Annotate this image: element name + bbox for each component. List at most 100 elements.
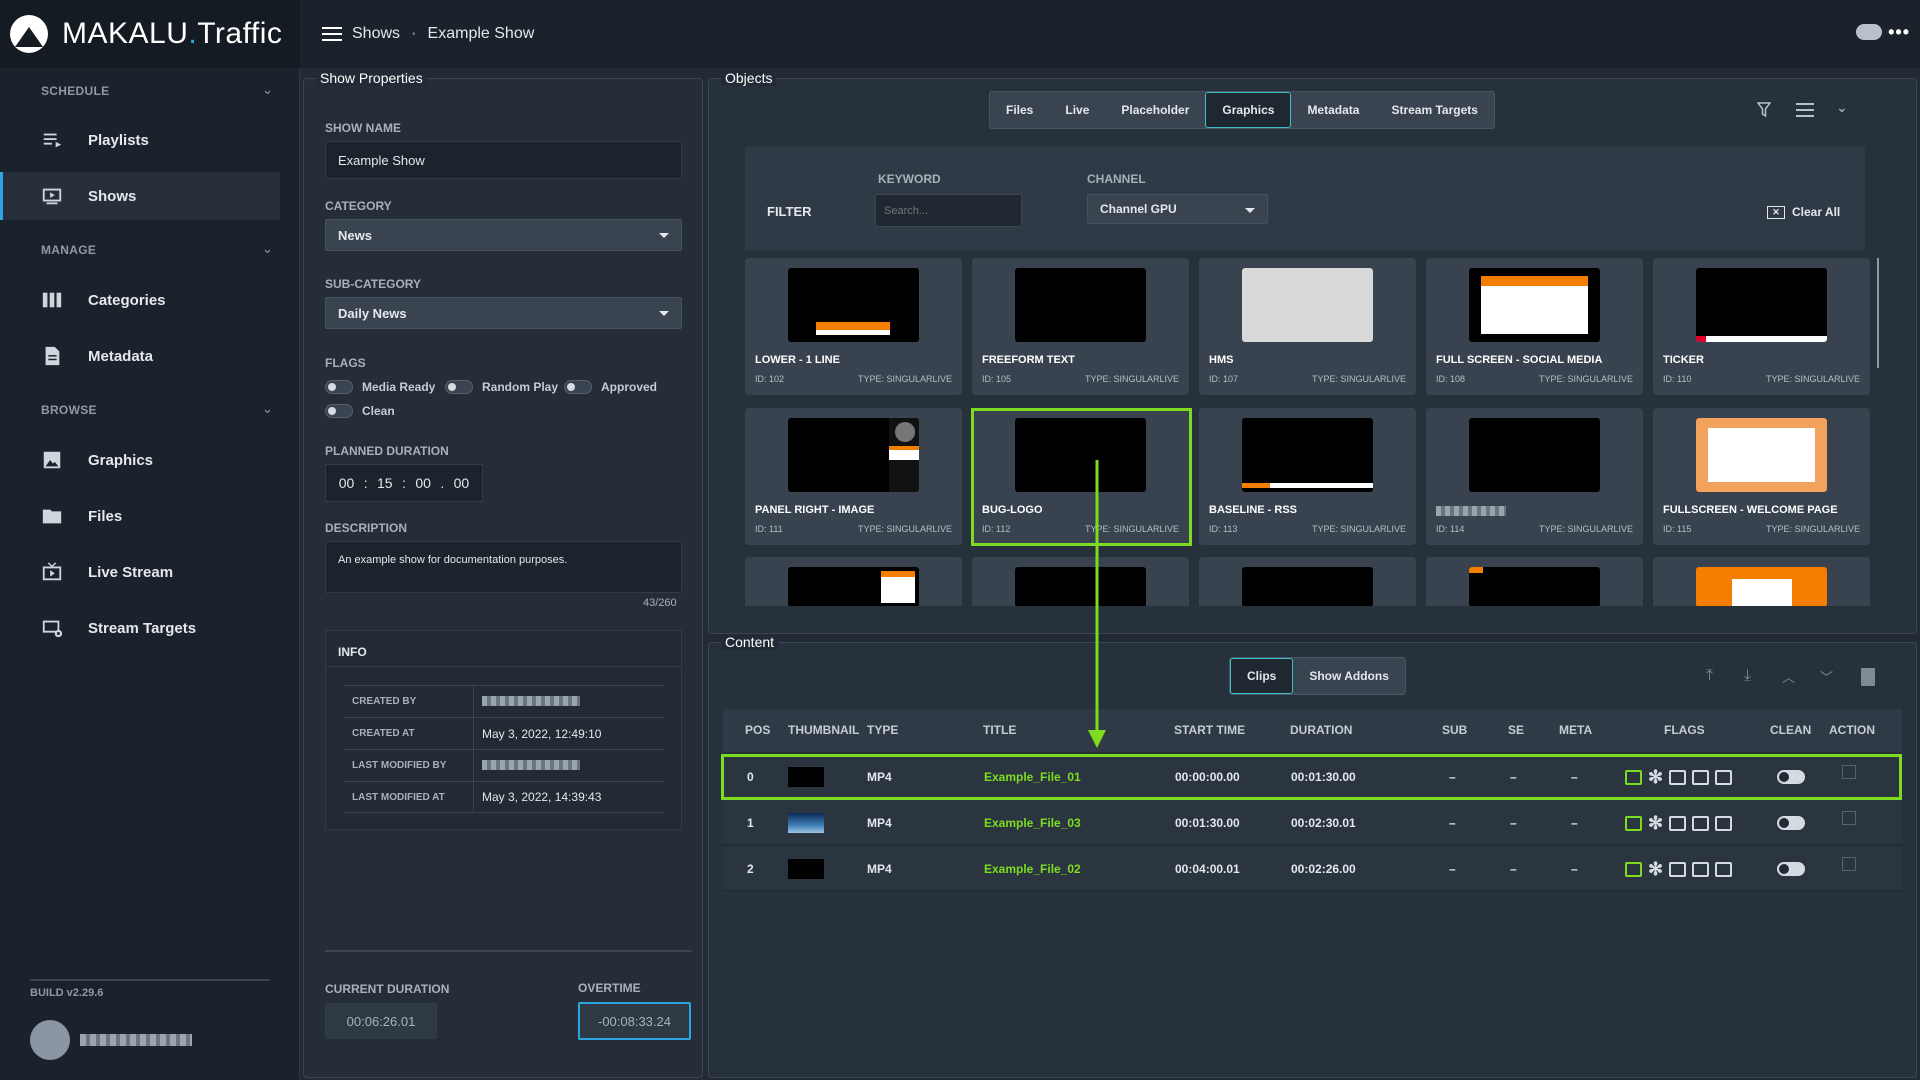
sidebar-item-shows[interactable]: Shows [0, 172, 280, 220]
more-options-icon[interactable]: ••• [1888, 22, 1910, 43]
move-up-icon[interactable]: ︿ [1782, 667, 1795, 686]
frames-field[interactable]: 00 [454, 475, 470, 491]
graphic-card[interactable] [745, 557, 962, 606]
table-row[interactable]: 2 MP4 Example_File_02 00:04:00.01 00:02:26.0… [723, 847, 1902, 891]
column-header[interactable]: POS [745, 723, 770, 737]
tab-show-addons[interactable]: Show Addons [1293, 658, 1405, 694]
channel-select[interactable]: Channel GPU [1087, 194, 1268, 224]
keyword-label: KEYWORD [878, 172, 941, 186]
move-to-bottom-icon[interactable]: ⤓ [1744, 667, 1751, 685]
row-action-checkbox[interactable] [1842, 801, 1856, 845]
loop-flag-icon[interactable] [1692, 815, 1710, 831]
move-down-icon[interactable]: ﹀ [1820, 667, 1833, 686]
graphic-card[interactable]: FULLSCREEN - WELCOME PAGE ID: 115 TYPE: SI… [1653, 408, 1870, 545]
graphic-card[interactable]: BASELINE - RSS ID: 113 TYPE: SINGULARLIVE [1199, 408, 1416, 545]
sidebar-item-graphics[interactable]: Graphics [0, 436, 280, 484]
user-profile[interactable] [30, 1020, 192, 1060]
graphic-card[interactable]: ID: 114 TYPE: SINGULARLIVE [1426, 408, 1643, 545]
sidebar-item-stream-targets[interactable]: Stream Targets [0, 604, 280, 652]
column-header: THUMBNAIL [788, 723, 860, 737]
asterisk-flag-icon[interactable]: ✻ [1648, 814, 1663, 832]
column-header[interactable]: DURATION [1290, 723, 1352, 737]
toggle-switch[interactable] [1777, 862, 1805, 876]
tab-metadata[interactable]: Metadata [1291, 92, 1375, 128]
graphic-card[interactable]: TICKER ID: 110 TYPE: SINGULARLIVE [1653, 258, 1870, 395]
breadcrumb-current: Example Show [427, 25, 535, 42]
seconds-field[interactable]: 00 [415, 475, 431, 491]
list-flag-icon[interactable] [1715, 861, 1733, 877]
square-flag-icon[interactable] [1669, 861, 1687, 877]
keyword-search-input[interactable] [875, 194, 1022, 227]
asterisk-flag-icon[interactable]: ✻ [1648, 860, 1663, 878]
tab-graphics[interactable]: Graphics [1205, 92, 1292, 128]
row-clean[interactable] [1777, 847, 1805, 891]
checkbox[interactable] [1842, 811, 1856, 825]
sidebar-item-metadata[interactable]: Metadata [0, 332, 280, 380]
sidebar-item-categories[interactable]: Categories [0, 276, 280, 324]
graphic-card[interactable]: HMS ID: 107 TYPE: SINGULARLIVE [1199, 258, 1416, 395]
square-flag-icon[interactable] [1669, 815, 1687, 831]
tab-stream-targets[interactable]: Stream Targets [1375, 92, 1493, 128]
tab-files[interactable]: Files [990, 92, 1049, 128]
ready-flag-icon[interactable] [1625, 861, 1642, 877]
filter-icon[interactable] [1756, 102, 1772, 118]
cloud-icon[interactable] [1856, 24, 1882, 40]
graphic-card[interactable] [1199, 557, 1416, 606]
sidebar-item-files[interactable]: Files [0, 492, 280, 540]
show-name-input[interactable]: Example Show [325, 141, 682, 179]
description-textarea[interactable]: An example show for documentation purpos… [325, 541, 682, 593]
breadcrumb-root[interactable]: Shows [352, 25, 400, 43]
card-type: TYPE: SINGULARLIVE [1311, 374, 1406, 384]
category-select[interactable]: News [325, 219, 682, 251]
table-row[interactable]: 1 MP4 Example_File_03 00:01:30.00 00:02:30.0… [723, 801, 1902, 845]
column-header[interactable]: START TIME [1174, 723, 1245, 737]
card-type: TYPE: SINGULARLIVE [857, 524, 952, 534]
sidebar-item-playlists[interactable]: Playlists [0, 116, 280, 164]
approved-toggle[interactable]: Approved [564, 380, 657, 394]
media-ready-toggle[interactable]: Media Ready [325, 380, 435, 394]
planned-duration-input[interactable]: 00: 15: 00. 00 [325, 464, 483, 502]
loop-flag-icon[interactable] [1692, 861, 1710, 877]
menu-icon[interactable] [322, 27, 342, 41]
chevron-down-icon[interactable]: ⌄ [262, 241, 273, 257]
brand-logo[interactable]: MAKALU.Traffic [0, 0, 300, 68]
tab-clips[interactable]: Clips [1230, 658, 1294, 694]
move-to-top-icon[interactable]: ⤒ [1706, 667, 1713, 685]
graphic-card[interactable]: LOWER - 1 LINE ID: 102 TYPE: SINGULARLIVE [745, 258, 962, 395]
column-header[interactable]: TITLE [983, 723, 1016, 737]
graphic-card[interactable]: PANEL RIGHT - IMAGE ID: 111 TYPE: SINGULAR… [745, 408, 962, 545]
row-action-checkbox[interactable] [1842, 847, 1856, 891]
card-id: ID: 115 [1663, 524, 1692, 534]
graphic-card[interactable] [1426, 557, 1643, 606]
chevron-down-icon[interactable]: ⌄ [262, 82, 273, 98]
sidebar-item-live-stream[interactable]: Live Stream [0, 548, 280, 596]
toggle-switch[interactable] [1777, 816, 1805, 830]
ready-flag-icon[interactable] [1625, 815, 1642, 831]
tab-placeholder[interactable]: Placeholder [1105, 92, 1205, 128]
graphic-card[interactable] [972, 557, 1189, 606]
random-play-toggle[interactable]: Random Play [445, 380, 558, 394]
subcategory-select[interactable]: Daily News [325, 297, 682, 329]
info-value [474, 759, 580, 773]
row-clean[interactable] [1777, 801, 1805, 845]
card-name: HMS [1209, 354, 1234, 366]
row-title[interactable]: Example_File_03 [984, 801, 1081, 845]
highlight-row-box [721, 754, 1902, 800]
minutes-field[interactable]: 15 [377, 475, 393, 491]
checkbox[interactable] [1842, 857, 1856, 871]
row-title[interactable]: Example_File_02 [984, 847, 1081, 891]
list-view-icon[interactable] [1796, 103, 1814, 117]
graphic-card[interactable]: FREEFORM TEXT ID: 105 TYPE: SINGULARLIVE [972, 258, 1189, 395]
hours-field[interactable]: 00 [339, 475, 355, 491]
tab-live[interactable]: Live [1049, 92, 1105, 128]
chevron-down-icon[interactable]: ⌄ [1836, 99, 1848, 116]
graphic-card[interactable]: FULL SCREEN - SOCIAL MEDIA ID: 108 TYPE: S… [1426, 258, 1643, 395]
list-flag-icon[interactable] [1715, 815, 1733, 831]
scrollbar[interactable] [1877, 258, 1879, 368]
delete-icon[interactable] [1861, 668, 1875, 686]
clean-toggle[interactable]: Clean [325, 404, 395, 418]
clear-all-button[interactable]: ✕ Clear All [1767, 205, 1840, 219]
chevron-down-icon[interactable]: ⌄ [262, 401, 273, 417]
time-separator: . [440, 475, 445, 491]
graphic-card[interactable] [1653, 557, 1870, 606]
